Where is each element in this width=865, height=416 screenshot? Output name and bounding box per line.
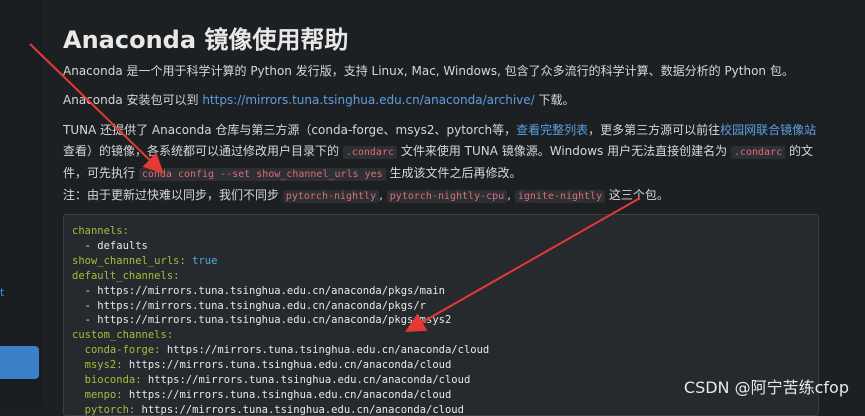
mirror-text-c: 查看）的镜像，各系统都可以通过修改用户目录下的 [63,144,343,158]
campus-mirror-link[interactable]: 校园网联合镜像站 [720,123,816,137]
condarc-code: .condarc [342,146,397,159]
code-line-9-value: https://mirrors.tuna.tsinghua.edu.cn/ana… [160,344,490,357]
code-line-10-value: https://mirrors.tuna.tsinghua.edu.cn/ana… [122,359,452,372]
note-text-b: 这三个包。 [605,188,669,202]
download-text: Anaconda 安装包可以到 [63,93,203,107]
code-line-13-key: pytorch: [72,403,136,416]
full-list-link[interactable]: 查看完整列表 [516,123,588,137]
code-line-8: custom_channels: [72,329,174,342]
code-line-2: - defaults [72,239,148,252]
mirror-paragraph: TUNA 还提供了 Anaconda 仓库与第三方源（conda-forge、m… [63,120,823,185]
page-title: Anaconda 镜像使用帮助 [63,26,349,54]
intro-paragraph: Anaconda 是一个用于科学计算的 Python 发行版，支持 Linux,… [63,64,794,78]
condarc-code-2: .condarc [730,146,786,159]
code-line-11-value: https://mirrors.tuna.tsinghua.edu.cn/ana… [141,374,471,387]
code-line-5: - https://mirrors.tuna.tsinghua.edu.cn/a… [72,284,445,297]
code-line-13-value: https://mirrors.tuna.tsinghua.edu.cn/ana… [135,403,464,416]
sidebar-button[interactable] [0,346,39,379]
mirror-text-a: TUNA 还提供了 Anaconda 仓库与第三方源（conda-forge、m… [63,123,517,137]
code-line-10-key: msys2: [72,359,123,372]
code-line-11-key: bioconda: [72,374,142,387]
note-sep-1: , [379,188,387,202]
main-content: Anaconda 镜像使用帮助 Anaconda 是一个用于科学计算的 Pyth… [63,24,823,203]
conda-config-code: conda config --set show_channel_urls yes [138,168,386,181]
note-paragraph: 注：由于更新过快难以同步，我们不同步 pytorch-nightly, pyto… [63,185,669,207]
download-suffix: 下载。 [534,93,575,107]
pytorch-nightly-cpu-code: pytorch-nightly-cpu [386,190,508,203]
note-text-a: 注：由于更新过快难以同步，我们不同步 [63,188,283,202]
code-line-1: channels: [72,225,129,237]
archive-link[interactable]: https://mirrors.tuna.tsinghua.edu.cn/ana… [202,93,534,107]
code-line-6: - https://mirrors.tuna.tsinghua.edu.cn/a… [72,299,427,312]
sidebar-link[interactable]: t [0,286,8,299]
note-sep-2: , [507,188,515,202]
pytorch-nightly-code: pytorch-nightly [282,190,380,203]
code-line-3-key: show_channel_urls: [72,254,186,267]
mirror-text-f: 生成该文件之后再修改。 [385,166,522,180]
code-line-12-value: https://mirrors.tuna.tsinghua.edu.cn/ana… [122,388,452,401]
code-line-4: default_channels: [72,269,180,282]
code-line-7: - https://mirrors.tuna.tsinghua.edu.cn/a… [72,314,452,327]
mirror-text-b: ，更多第三方源可以前往 [588,123,721,137]
mirror-text-d: 文件来使用 TUNA 镜像源。Windows 用户无法直接创建名为 [397,144,731,158]
code-line-9-key: conda-forge: [72,344,161,357]
csdn-watermark: CSDN @阿宁苦练cfop [683,378,849,397]
code-line-12-key: menpo: [72,388,123,401]
code-line-3-value: true [185,254,218,267]
download-paragraph: Anaconda 安装包可以到 https://mirrors.tuna.tsi… [63,90,575,111]
ignite-nightly-code: ignite-nightly [514,190,606,203]
